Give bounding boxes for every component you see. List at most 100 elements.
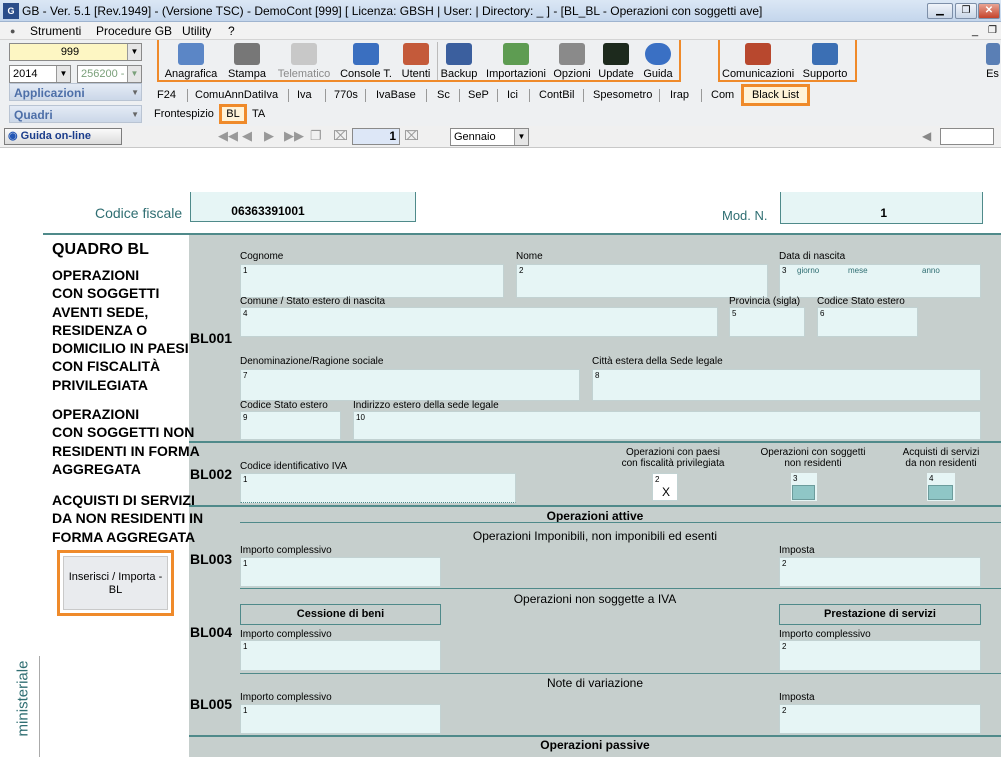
acquisti-label: Acquisti di servizi da non residenti	[902, 447, 980, 469]
tab-bl[interactable]: BL	[219, 104, 247, 124]
tab-com[interactable]: Com	[711, 87, 734, 103]
insert-import-button[interactable]: Inserisci / Importa - BL	[63, 556, 168, 610]
comune-field[interactable]: 4	[240, 307, 718, 337]
tab-ici[interactable]: Ici	[507, 87, 518, 103]
minimize-button[interactable]: ▁	[927, 3, 953, 19]
bl003-imposta-label: Imposta	[779, 545, 815, 556]
telematico-button[interactable]: Telematico	[275, 42, 333, 80]
bl003-importo-field[interactable]: 1	[240, 557, 441, 587]
codice-stato2-field[interactable]: 9	[240, 411, 341, 440]
bl004-importo2-field[interactable]: 2	[779, 640, 981, 671]
anagrafica-button[interactable]: Anagrafica	[163, 42, 219, 80]
bl003-imposta-field[interactable]: 2	[779, 557, 981, 587]
bl005-imposta-field[interactable]: 2	[779, 704, 981, 734]
copy-page-icon[interactable]: ❐	[310, 128, 322, 144]
tab-f24[interactable]: F24	[157, 87, 176, 103]
bl004-code: BL004	[190, 624, 233, 640]
bl004-importo-field[interactable]: 1	[240, 640, 441, 671]
tab-sep[interactable]: SeP	[468, 87, 489, 103]
data-nascita-field[interactable]: 3 giorno mese anno	[779, 264, 981, 298]
exit-icon	[985, 43, 1000, 65]
menu-help[interactable]: ?	[228, 22, 235, 40]
prev-page-icon[interactable]: ◀	[242, 128, 252, 144]
right-input-field[interactable]	[940, 128, 994, 145]
quadri-select[interactable]: Quadri ▼	[9, 105, 142, 123]
tab-black-list[interactable]: Black List	[741, 84, 810, 106]
side-text-privilegiata: OPERAZIONI CON SOGGETTI AVENTI SEDE, RESIDE…	[52, 267, 189, 393]
page-number-field[interactable]: 1	[352, 128, 400, 145]
help-icon	[645, 43, 671, 65]
chevron-down-icon: ▼	[131, 88, 139, 97]
mdi-minimize-button[interactable]: _	[972, 22, 978, 40]
importazioni-button[interactable]: Importazioni	[484, 42, 548, 80]
tab-comuanndatiiva[interactable]: ComuAnnDatiIva	[195, 87, 278, 103]
scroll-left-icon[interactable]: ◀	[922, 129, 931, 143]
tab-frontespizio[interactable]: Frontespizio	[154, 107, 214, 121]
year-select[interactable]: 2014 ▼	[9, 65, 71, 83]
tab-770s[interactable]: 770s	[334, 87, 358, 103]
delete-page-icon[interactable]: ⌧	[333, 128, 348, 144]
backup-icon	[446, 43, 472, 65]
tab-spesometro[interactable]: Spesometro	[593, 87, 652, 103]
tab-ivabase[interactable]: IvaBase	[376, 87, 416, 103]
printer-icon	[234, 43, 260, 65]
month-select[interactable]: Gennaio ▼	[450, 128, 529, 146]
update-button[interactable]: Update	[596, 42, 636, 80]
menu-utility[interactable]: Utility	[182, 22, 211, 40]
clear-page-icon[interactable]: ⌧	[404, 128, 419, 144]
acquisti-checkbox[interactable]: 4	[927, 473, 955, 501]
citta-label: Città estera della Sede legale	[592, 356, 723, 367]
tab-sc[interactable]: Sc	[437, 87, 450, 103]
code-select[interactable]: 256200 - ▼	[77, 65, 142, 83]
menu-procedure-gb[interactable]: Procedure GB	[96, 22, 172, 40]
codice-stato-field[interactable]: 6	[817, 307, 918, 337]
guida-online-button[interactable]: ◉ Guida on-line	[4, 128, 122, 145]
supporto-button[interactable]: Supporto	[798, 42, 852, 80]
globe-icon: ◉	[8, 130, 18, 142]
ministeriale-label: ministeriale	[14, 660, 32, 737]
stampa-button[interactable]: Stampa	[226, 42, 268, 80]
op-non-res-checkbox[interactable]: 3	[791, 473, 817, 501]
bl005-importo-field[interactable]: 1	[240, 704, 441, 734]
tab-ta[interactable]: TA	[252, 107, 265, 121]
company-select[interactable]: 999 ▼	[9, 43, 142, 61]
tab-contbil[interactable]: ContBil	[539, 87, 574, 103]
nome-field[interactable]: 2	[516, 264, 768, 298]
provincia-field[interactable]: 5	[729, 307, 805, 337]
restore-button[interactable]: ❐	[955, 3, 977, 19]
comunicazioni-button[interactable]: Comunicazioni	[722, 42, 794, 80]
applicazioni-select[interactable]: Applicazioni ▼	[9, 83, 142, 101]
quadro-title: QUADRO BL	[52, 241, 149, 258]
last-page-icon[interactable]: ▶▶	[284, 128, 304, 144]
title-bar: G GB - Ver. 5.1 [Rev.1949] - (Versione T…	[0, 0, 1001, 22]
utenti-button[interactable]: Utenti	[398, 42, 434, 80]
op-paesi-checkbox[interactable]: 2 X	[652, 473, 678, 501]
close-button[interactable]: ✕	[978, 3, 1000, 19]
mod-n-field[interactable]: 1	[780, 192, 983, 224]
op-paesi-label: Operazioni con paesi con fiscalità privi…	[621, 447, 725, 469]
tab-iva[interactable]: Iva	[297, 87, 312, 103]
codice-iva-field[interactable]: 1	[240, 473, 516, 503]
console-button[interactable]: Console T.	[338, 42, 394, 80]
provincia-label: Provincia (sigla)	[729, 296, 801, 307]
guida-button[interactable]: Guida	[640, 42, 676, 80]
comune-label: Comune / Stato estero di nascita	[240, 296, 386, 307]
codice-iva-label: Codice identificativo IVA	[240, 461, 348, 472]
cognome-field[interactable]: 1	[240, 264, 504, 298]
esci-button[interactable]: Es	[984, 42, 1001, 80]
mdi-restore-button[interactable]: ❐	[988, 22, 997, 40]
first-page-icon[interactable]: ◀◀	[218, 128, 238, 144]
prestazione-servizi-header: Prestazione di servizi	[779, 604, 981, 625]
wrench-icon	[559, 43, 585, 65]
chevron-down-icon: ▼	[127, 44, 141, 60]
next-page-icon[interactable]: ▶	[264, 128, 274, 144]
opzioni-button[interactable]: Opzioni	[552, 42, 592, 80]
indirizzo-field[interactable]: 10	[353, 411, 981, 440]
menu-strumenti[interactable]: Strumenti	[30, 22, 81, 40]
codice-fiscale-field[interactable]: 06363391001	[190, 192, 416, 222]
denominazione-field[interactable]: 7	[240, 369, 580, 401]
backup-button[interactable]: Backup	[440, 42, 478, 80]
tab-irap[interactable]: Irap	[670, 87, 689, 103]
citta-field[interactable]: 8	[592, 369, 981, 401]
bl001-code: BL001	[190, 330, 233, 346]
